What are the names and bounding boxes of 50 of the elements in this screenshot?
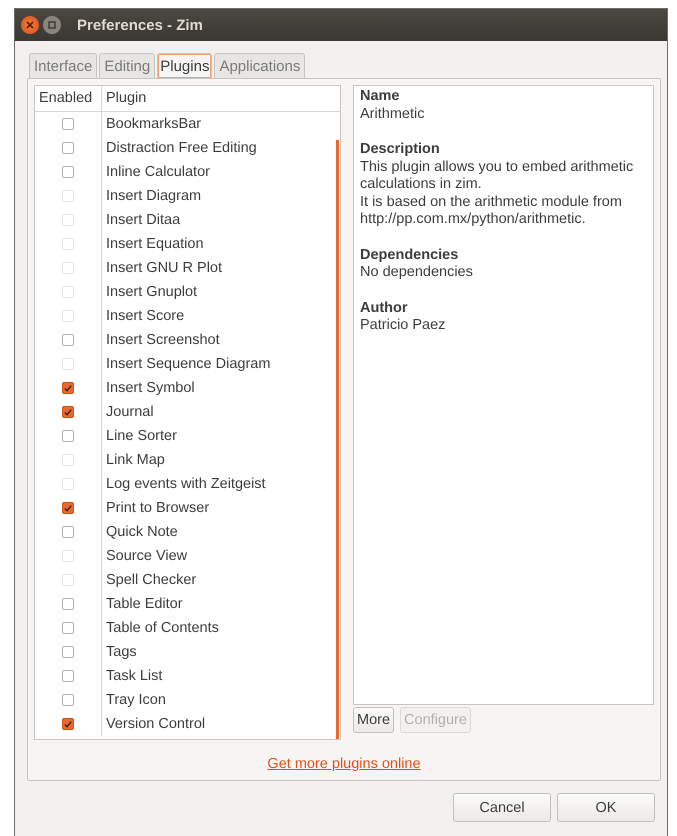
checkbox[interactable] [62, 598, 74, 610]
plugin-name[interactable]: Table of Contents [102, 620, 219, 636]
plugin-name[interactable]: Insert Symbol [102, 380, 195, 396]
minimize-icon [48, 21, 56, 29]
checkbox[interactable] [62, 526, 74, 538]
detail-text: No dependencies [360, 264, 474, 282]
plugin-name[interactable]: Line Sorter [102, 428, 177, 444]
checkbox[interactable] [62, 142, 74, 154]
detail-text: Arithmetic [360, 106, 426, 123]
plugin-button[interactable]: More [353, 707, 394, 733]
dialog-button[interactable]: OK [557, 793, 655, 822]
plugin-name[interactable]: Distraction Free Editing [102, 140, 257, 156]
detail-text: Patricio Paez [360, 317, 446, 334]
checkbox[interactable] [62, 646, 74, 658]
detail-heading: Name [360, 88, 400, 106]
checkbox[interactable] [62, 166, 74, 178]
detail-heading: Author [360, 300, 409, 317]
plugin-name[interactable]: Tray Icon [102, 692, 166, 708]
plugin-name[interactable]: Table Editor [102, 596, 183, 612]
plugin-name[interactable]: Quick Note [102, 524, 178, 540]
window-title: Preferences - Zim [77, 16, 203, 34]
column-header[interactable]: Enabled [35, 86, 102, 111]
plugin-name[interactable]: Print to Browser [102, 500, 210, 516]
plugin-name[interactable]: Version Control [102, 716, 206, 732]
checkbox[interactable] [62, 334, 74, 346]
plugins-link[interactable]: Get more plugins online [267, 756, 421, 772]
plugin-name[interactable]: Journal [102, 404, 154, 420]
checkbox[interactable] [62, 430, 74, 442]
checkbox[interactable] [62, 502, 74, 514]
detail-heading: Dependencies [360, 246, 460, 264]
plugin-name[interactable]: Task List [102, 668, 162, 684]
plugin-name[interactable]: Insert Screenshot [102, 332, 220, 348]
checkbox[interactable] [62, 670, 74, 682]
detail-text: This plugin allows you to embed arithmetic calculations in zim. It is based on the arithmetic module from http://pp.com.mx/python/arithmetic. [360, 158, 634, 228]
close-icon [26, 21, 34, 29]
plugin-name[interactable]: BookmarksBar [102, 116, 202, 132]
checkbox[interactable] [62, 718, 74, 730]
dialog-button[interactable]: Cancel [453, 793, 551, 822]
checkbox[interactable] [62, 622, 74, 634]
detail-heading: Description [360, 141, 441, 158]
checkbox[interactable] [62, 694, 74, 706]
close-button[interactable] [21, 16, 39, 34]
plugin-name[interactable]: Inline Calculator [102, 164, 210, 180]
checkbox[interactable] [62, 118, 74, 130]
checkbox[interactable] [62, 382, 74, 394]
column-header[interactable]: Plugin [102, 86, 146, 111]
minimize-button[interactable] [43, 16, 61, 34]
plugin-name[interactable]: Tags [102, 644, 137, 660]
checkbox[interactable] [62, 406, 74, 418]
tab[interactable]: Plugins [157, 53, 212, 78]
